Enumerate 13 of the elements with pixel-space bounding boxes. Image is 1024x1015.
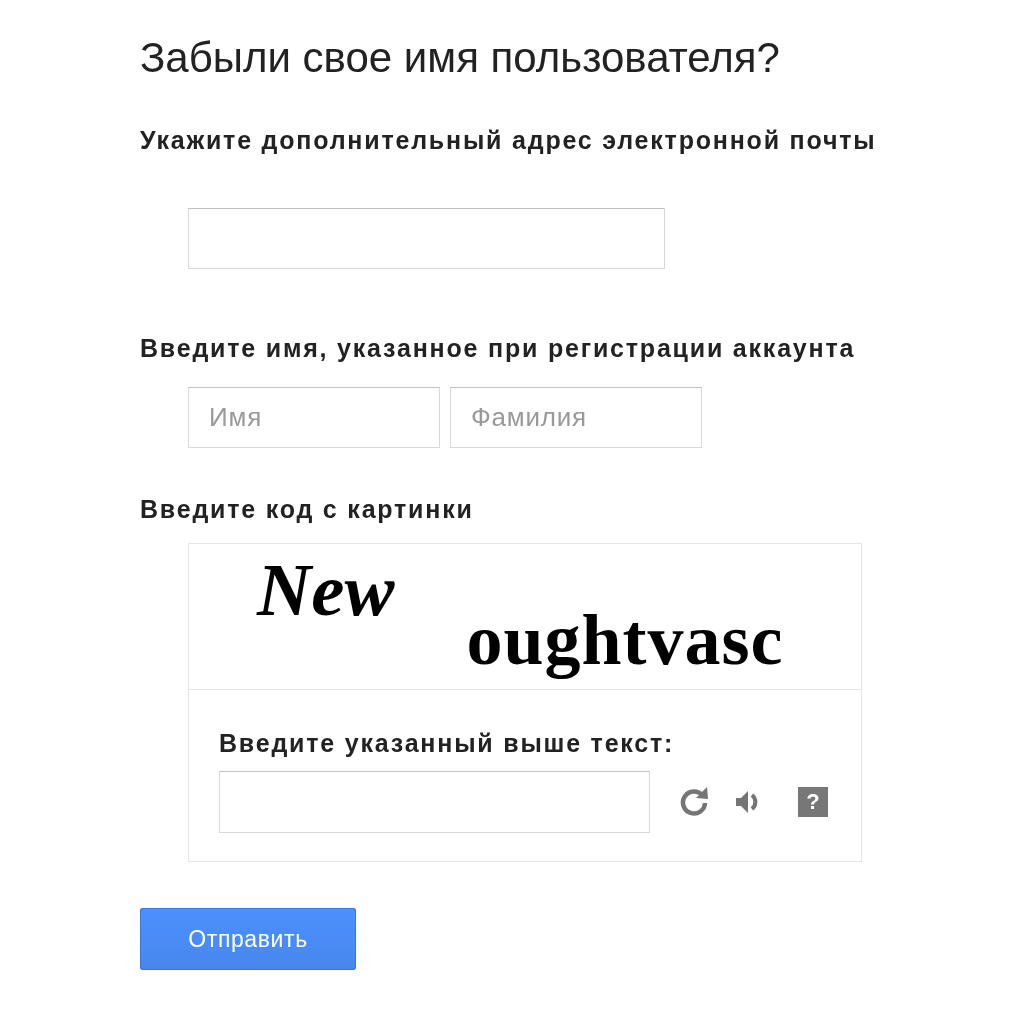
refresh-icon[interactable] (678, 786, 710, 818)
page-title: Забыли свое имя пользователя? (140, 34, 781, 82)
email-field[interactable] (188, 208, 665, 269)
first-name-field[interactable]: Имя (188, 387, 440, 448)
help-button[interactable]: ? (798, 787, 828, 817)
submit-button[interactable]: Отправить (140, 908, 356, 970)
section-label: Введите код с картинки (140, 494, 475, 524)
section-label: Введите указанный выше текст: (219, 728, 676, 758)
last-name-field[interactable]: Фамилия (450, 387, 702, 448)
captcha-answer-field[interactable] (219, 771, 650, 833)
section-label: Укажите дополнительный адрес электронной почты (140, 125, 878, 155)
captcha-word: New (257, 552, 395, 627)
section-label: Введите имя, указанное при регистрации аккаунта (140, 333, 857, 363)
